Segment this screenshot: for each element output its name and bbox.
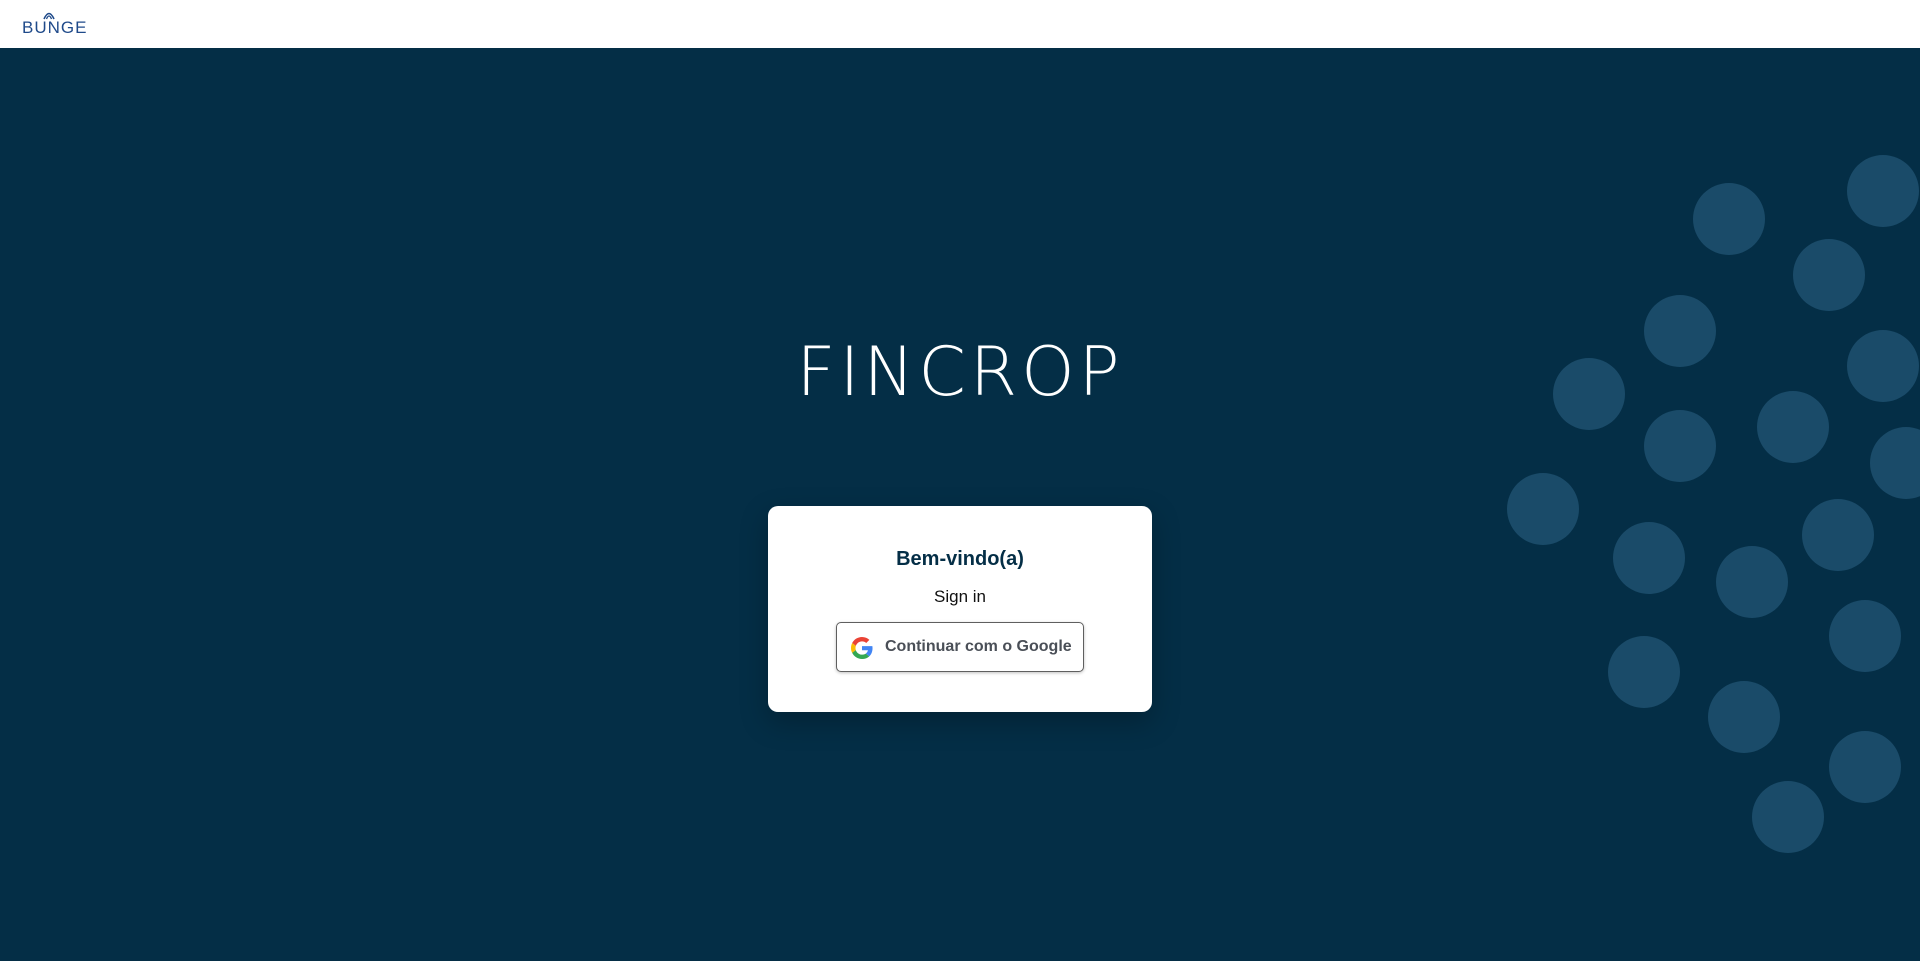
decor-dot <box>1644 410 1716 482</box>
google-button-label: Continuar com o Google <box>885 638 1072 655</box>
decor-dot <box>1693 183 1765 255</box>
decor-dot <box>1608 636 1680 708</box>
app-title: FINCROP <box>796 333 1124 412</box>
decor-dot <box>1870 427 1920 499</box>
decor-dot <box>1708 681 1780 753</box>
login-main: FINCROP Bem-vindo(a) Sign in Continuar c… <box>0 48 1920 961</box>
decor-dot <box>1507 473 1579 545</box>
decor-dot <box>1716 546 1788 618</box>
login-heading: Bem-vindo(a) <box>896 548 1024 570</box>
google-signin-button[interactable]: Continuar com o Google <box>836 622 1084 672</box>
login-subheading: Sign in <box>934 587 986 606</box>
decor-dot <box>1752 781 1824 853</box>
brand-name: BUNGE <box>22 18 88 37</box>
decor-dot <box>1802 499 1874 571</box>
decor-dot <box>1793 239 1865 311</box>
decorative-dots <box>1507 155 1920 853</box>
login-card: Bem-vindo(a) Sign in Continuar com o Goo… <box>768 506 1152 712</box>
decor-dot <box>1613 522 1685 594</box>
decor-dot <box>1829 600 1901 672</box>
top-header: BUNGE <box>0 0 1920 48</box>
bunge-logo[interactable]: BUNGE <box>22 10 112 37</box>
google-icon <box>851 637 873 659</box>
decor-dot <box>1829 731 1901 803</box>
decor-dot <box>1847 155 1919 227</box>
